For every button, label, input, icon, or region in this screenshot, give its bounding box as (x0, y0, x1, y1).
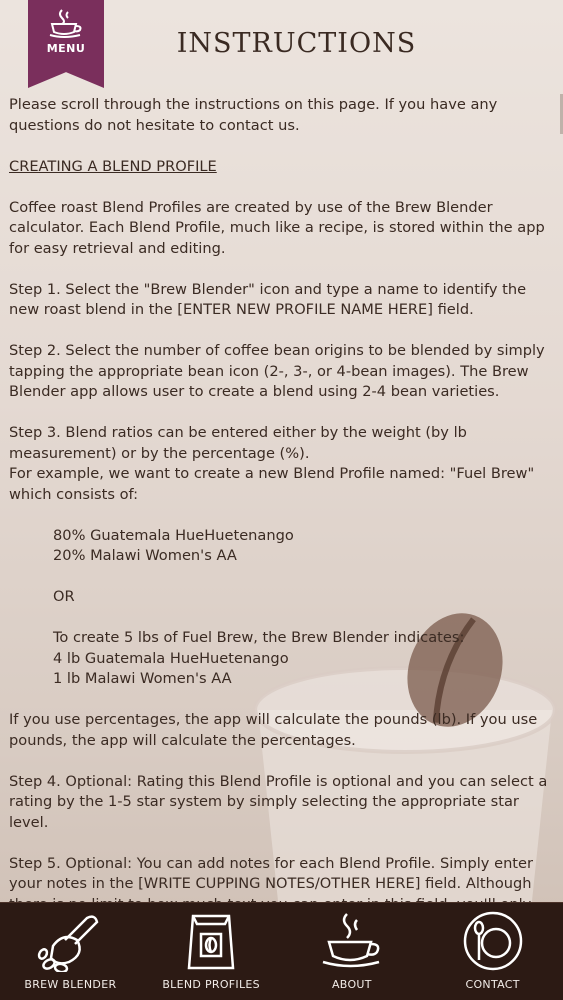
step-5-paragraph: Step 5. Optional: You can add notes for … (9, 854, 534, 904)
example-2-line-1: To create 5 lbs of Fuel Brew, the Brew B… (53, 629, 465, 646)
coffee-cup-icon (322, 913, 380, 968)
bottom-tab-bar: BREW BLENDER BLEND PROFILES ABOUT CONTAC… (0, 902, 563, 1000)
intro-paragraph: Please scroll through the instructions o… (9, 96, 498, 134)
tab-brew-blender-label: BREW BLENDER (24, 978, 117, 991)
step-4-paragraph: Step 4. Optional: Rating this Blend Prof… (9, 772, 548, 831)
step-2-paragraph: Step 2. Select the number of coffee bean… (9, 342, 545, 400)
tab-blend-profiles-label: BLEND PROFILES (162, 978, 260, 991)
scoop-beans-icon (38, 915, 99, 972)
percent-paragraph: If you use percentages, the app will cal… (9, 711, 538, 749)
tab-brew-blender[interactable]: BREW BLENDER (0, 903, 141, 1000)
blend-profile-paragraph: Coffee roast Blend Profiles are created … (9, 198, 545, 257)
or-text: OR (53, 588, 75, 605)
step-3-example-paragraph: For example, we want to create a new Ble… (9, 465, 535, 503)
tab-about-label: ABOUT (331, 978, 372, 991)
page-title: INSTRUCTIONS (176, 28, 417, 59)
section-heading: CREATING A BLEND PROFILE (9, 157, 217, 175)
tab-about[interactable]: ABOUT (282, 903, 423, 1000)
step-1-paragraph: Step 1. Select the "Brew Blender" icon a… (9, 280, 527, 319)
tab-contact[interactable]: CONTACT (422, 903, 563, 1000)
tab-contact-label: CONTACT (465, 978, 520, 991)
example-1-line-1: 80% Guatemala HueHuetenango (53, 526, 294, 544)
plate-spoon-icon (463, 911, 522, 971)
coffee-bag-icon (187, 914, 235, 970)
example-1-line-2: 20% Malawi Women's AA (53, 547, 237, 564)
example-2-line-3: 1 lb Malawi Women's AA (53, 670, 232, 687)
tab-blend-profiles[interactable]: BLEND PROFILES (141, 903, 282, 1000)
step-3-line: Step 3. Blend ratios can be entered eith… (9, 424, 467, 462)
example-2-line-2: 4 lb Guatemala HueHuetenango (53, 649, 289, 667)
instructions-content[interactable]: Please scroll through the instructions o… (9, 95, 553, 903)
